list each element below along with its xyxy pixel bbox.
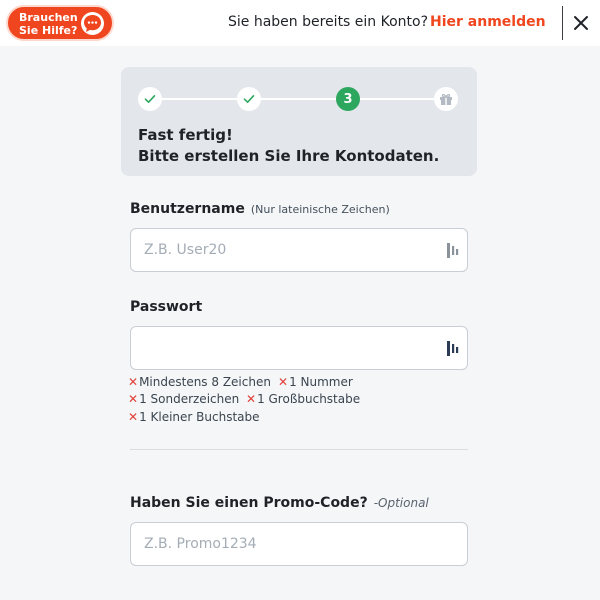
- step-2-complete: [237, 87, 261, 111]
- step-4-gift: [434, 87, 458, 111]
- help-label-line1: Brauchen: [19, 11, 78, 24]
- progress-card: 3 Fast fertig! Bitte erstellen Sie Ihre …: [121, 67, 477, 176]
- requirement-uppercase: ✕1 Großbuchstabe: [246, 392, 360, 406]
- requirement-min-length: ✕Mindestens 8 Zeichen: [128, 375, 271, 389]
- username-field[interactable]: [130, 228, 468, 272]
- header-divider: [562, 6, 563, 40]
- cross-icon: ✕: [278, 375, 289, 389]
- cross-icon: ✕: [128, 375, 139, 389]
- promo-optional: -Optional: [373, 496, 429, 510]
- promo-label-text: Haben Sie einen Promo-Code?: [130, 495, 368, 511]
- step-3-number: 3: [343, 91, 353, 107]
- cross-icon: ✕: [246, 392, 257, 406]
- promo-label: Haben Sie einen Promo-Code? -Optional: [130, 495, 429, 511]
- step-3-active: 3: [336, 87, 360, 111]
- progress-title-line2: Bitte erstellen Sie Ihre Kontodaten.: [138, 147, 440, 165]
- password-input[interactable]: [144, 338, 434, 358]
- chat-bubble-icon: [81, 12, 104, 35]
- top-bar: Brauchen Sie Hilfe? Sie haben bereits ei…: [0, 0, 600, 46]
- progress-title-line1: Fast fertig!: [138, 126, 233, 144]
- username-label: Benutzername (Nur lateinische Zeichen): [130, 201, 390, 217]
- progress-line: [151, 98, 447, 100]
- username-hint: (Nur lateinische Zeichen): [250, 203, 390, 216]
- requirement-text: 1 Nummer: [289, 375, 353, 389]
- cross-icon: ✕: [128, 392, 139, 406]
- check-icon: [243, 95, 255, 103]
- requirement-text: 1 Sonderzeichen: [139, 392, 240, 406]
- requirement-special-char: ✕1 Sonderzeichen: [128, 392, 239, 406]
- password-label: Passwort: [130, 299, 203, 315]
- section-divider: [130, 449, 468, 450]
- have-account-text: Sie haben bereits ein Konto?: [228, 14, 429, 30]
- password-manager-icon[interactable]: [446, 340, 460, 357]
- close-icon: [574, 16, 588, 30]
- help-button-label: Brauchen Sie Hilfe?: [19, 11, 78, 37]
- requirement-text: Mindestens 8 Zeichen: [139, 375, 271, 389]
- username-input[interactable]: [144, 240, 434, 260]
- password-manager-icon[interactable]: [446, 242, 460, 259]
- step-1-complete: [138, 87, 162, 111]
- login-link[interactable]: Hier anmelden: [430, 14, 546, 30]
- requirement-text: 1 Großbuchstabe: [257, 392, 361, 406]
- help-label-line2: Sie Hilfe?: [19, 24, 78, 37]
- close-button[interactable]: [571, 13, 591, 33]
- requirement-number: ✕1 Nummer: [278, 375, 353, 389]
- promo-field[interactable]: [130, 522, 468, 566]
- help-button[interactable]: Brauchen Sie Hilfe?: [6, 5, 114, 41]
- progress-title: Fast fertig! Bitte erstellen Sie Ihre Ko…: [138, 125, 439, 167]
- cross-icon: ✕: [128, 410, 139, 424]
- requirement-text: 1 Kleiner Buchstabe: [139, 410, 260, 424]
- promo-input[interactable]: [144, 534, 434, 554]
- username-label-text: Benutzername: [130, 201, 245, 217]
- requirement-lowercase: ✕1 Kleiner Buchstabe: [128, 410, 260, 424]
- password-field[interactable]: [130, 326, 468, 370]
- check-icon: [144, 95, 156, 103]
- gift-icon: [440, 93, 452, 105]
